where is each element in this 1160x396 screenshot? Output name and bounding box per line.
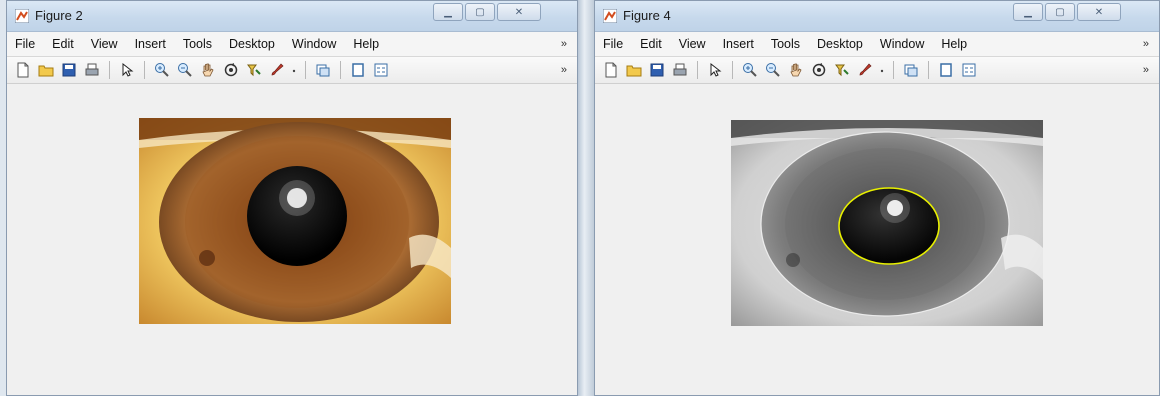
toolbar-overflow-icon[interactable]: » [561, 64, 567, 76]
zoom-in-icon[interactable] [740, 60, 760, 80]
figure-canvas [7, 84, 577, 395]
new-file-icon[interactable] [13, 60, 33, 80]
print-icon[interactable] [670, 60, 690, 80]
new-file-icon[interactable] [601, 60, 621, 80]
matlab-figure-icon [15, 9, 29, 23]
figure-toolbar: » [595, 57, 1159, 84]
dropdown-arrow-icon[interactable] [290, 60, 298, 80]
colorbar-icon[interactable] [348, 60, 368, 80]
color-eye-image[interactable] [139, 118, 451, 324]
open-folder-icon[interactable] [36, 60, 56, 80]
minimize-button[interactable]: ▁ [433, 3, 463, 21]
menu-desktop[interactable]: Desktop [813, 37, 876, 51]
menu-edit[interactable]: Edit [48, 37, 87, 51]
grayscale-eye-image[interactable] [731, 120, 1043, 326]
close-button[interactable]: ✕ [1077, 3, 1121, 21]
menu-file[interactable]: File [11, 37, 48, 51]
menu-tools[interactable]: Tools [767, 37, 813, 51]
maximize-button[interactable]: ▢ [465, 3, 495, 21]
menu-help[interactable]: Help [349, 37, 392, 51]
rotate-3d-icon[interactable] [221, 60, 241, 80]
toolbar-separator [144, 61, 145, 79]
menu-view[interactable]: View [87, 37, 131, 51]
data-cursor-icon[interactable] [832, 60, 852, 80]
menu-help[interactable]: Help [937, 37, 980, 51]
save-icon[interactable] [59, 60, 79, 80]
menu-view[interactable]: View [675, 37, 719, 51]
toolbar-separator [305, 61, 306, 79]
menu-file[interactable]: File [599, 37, 636, 51]
window-title: Figure 2 [35, 8, 83, 23]
zoom-out-icon[interactable] [763, 60, 783, 80]
menu-window[interactable]: Window [288, 37, 349, 51]
title-bar[interactable]: Figure 2 ▁ ▢ ✕ [7, 1, 577, 32]
menu-desktop[interactable]: Desktop [225, 37, 288, 51]
toolbar-separator [340, 61, 341, 79]
toolbar-separator [732, 61, 733, 79]
matlab-figure-icon [603, 9, 617, 23]
rotate-3d-icon[interactable] [809, 60, 829, 80]
zoom-out-icon[interactable] [175, 60, 195, 80]
toolbar-separator [893, 61, 894, 79]
legend-icon[interactable] [371, 60, 391, 80]
brush-icon[interactable] [267, 60, 287, 80]
window-gap [578, 0, 594, 396]
toolbar-overflow-icon[interactable]: » [1143, 64, 1149, 76]
toolbar-separator [109, 61, 110, 79]
brush-icon[interactable] [855, 60, 875, 80]
close-button[interactable]: ✕ [497, 3, 541, 21]
dropdown-arrow-icon[interactable] [878, 60, 886, 80]
menu-bar: File Edit View Insert Tools Desktop Wind… [7, 32, 577, 57]
menu-overflow-icon[interactable]: » [561, 38, 567, 50]
link-icon[interactable] [901, 60, 921, 80]
menu-window[interactable]: Window [876, 37, 937, 51]
pan-hand-icon[interactable] [198, 60, 218, 80]
menu-edit[interactable]: Edit [636, 37, 675, 51]
figure-2-window: Figure 2 ▁ ▢ ✕ File Edit View Insert Too… [6, 0, 578, 396]
data-cursor-icon[interactable] [244, 60, 264, 80]
maximize-button[interactable]: ▢ [1045, 3, 1075, 21]
pointer-icon[interactable] [705, 60, 725, 80]
toolbar-separator [928, 61, 929, 79]
title-bar[interactable]: Figure 4 ▁ ▢ ✕ [595, 1, 1159, 32]
legend-icon[interactable] [959, 60, 979, 80]
zoom-in-icon[interactable] [152, 60, 172, 80]
figure-canvas [595, 84, 1159, 395]
pan-hand-icon[interactable] [786, 60, 806, 80]
save-icon[interactable] [647, 60, 667, 80]
menu-bar: File Edit View Insert Tools Desktop Wind… [595, 32, 1159, 57]
menu-overflow-icon[interactable]: » [1143, 38, 1149, 50]
menu-tools[interactable]: Tools [179, 37, 225, 51]
minimize-button[interactable]: ▁ [1013, 3, 1043, 21]
window-title: Figure 4 [623, 8, 671, 23]
menu-insert[interactable]: Insert [719, 37, 767, 51]
link-icon[interactable] [313, 60, 333, 80]
open-folder-icon[interactable] [624, 60, 644, 80]
print-icon[interactable] [82, 60, 102, 80]
colorbar-icon[interactable] [936, 60, 956, 80]
menu-insert[interactable]: Insert [131, 37, 179, 51]
toolbar-separator [697, 61, 698, 79]
pointer-icon[interactable] [117, 60, 137, 80]
figure-toolbar: » [7, 57, 577, 84]
figure-4-window: Figure 4 ▁ ▢ ✕ File Edit View Insert Too… [594, 0, 1160, 396]
